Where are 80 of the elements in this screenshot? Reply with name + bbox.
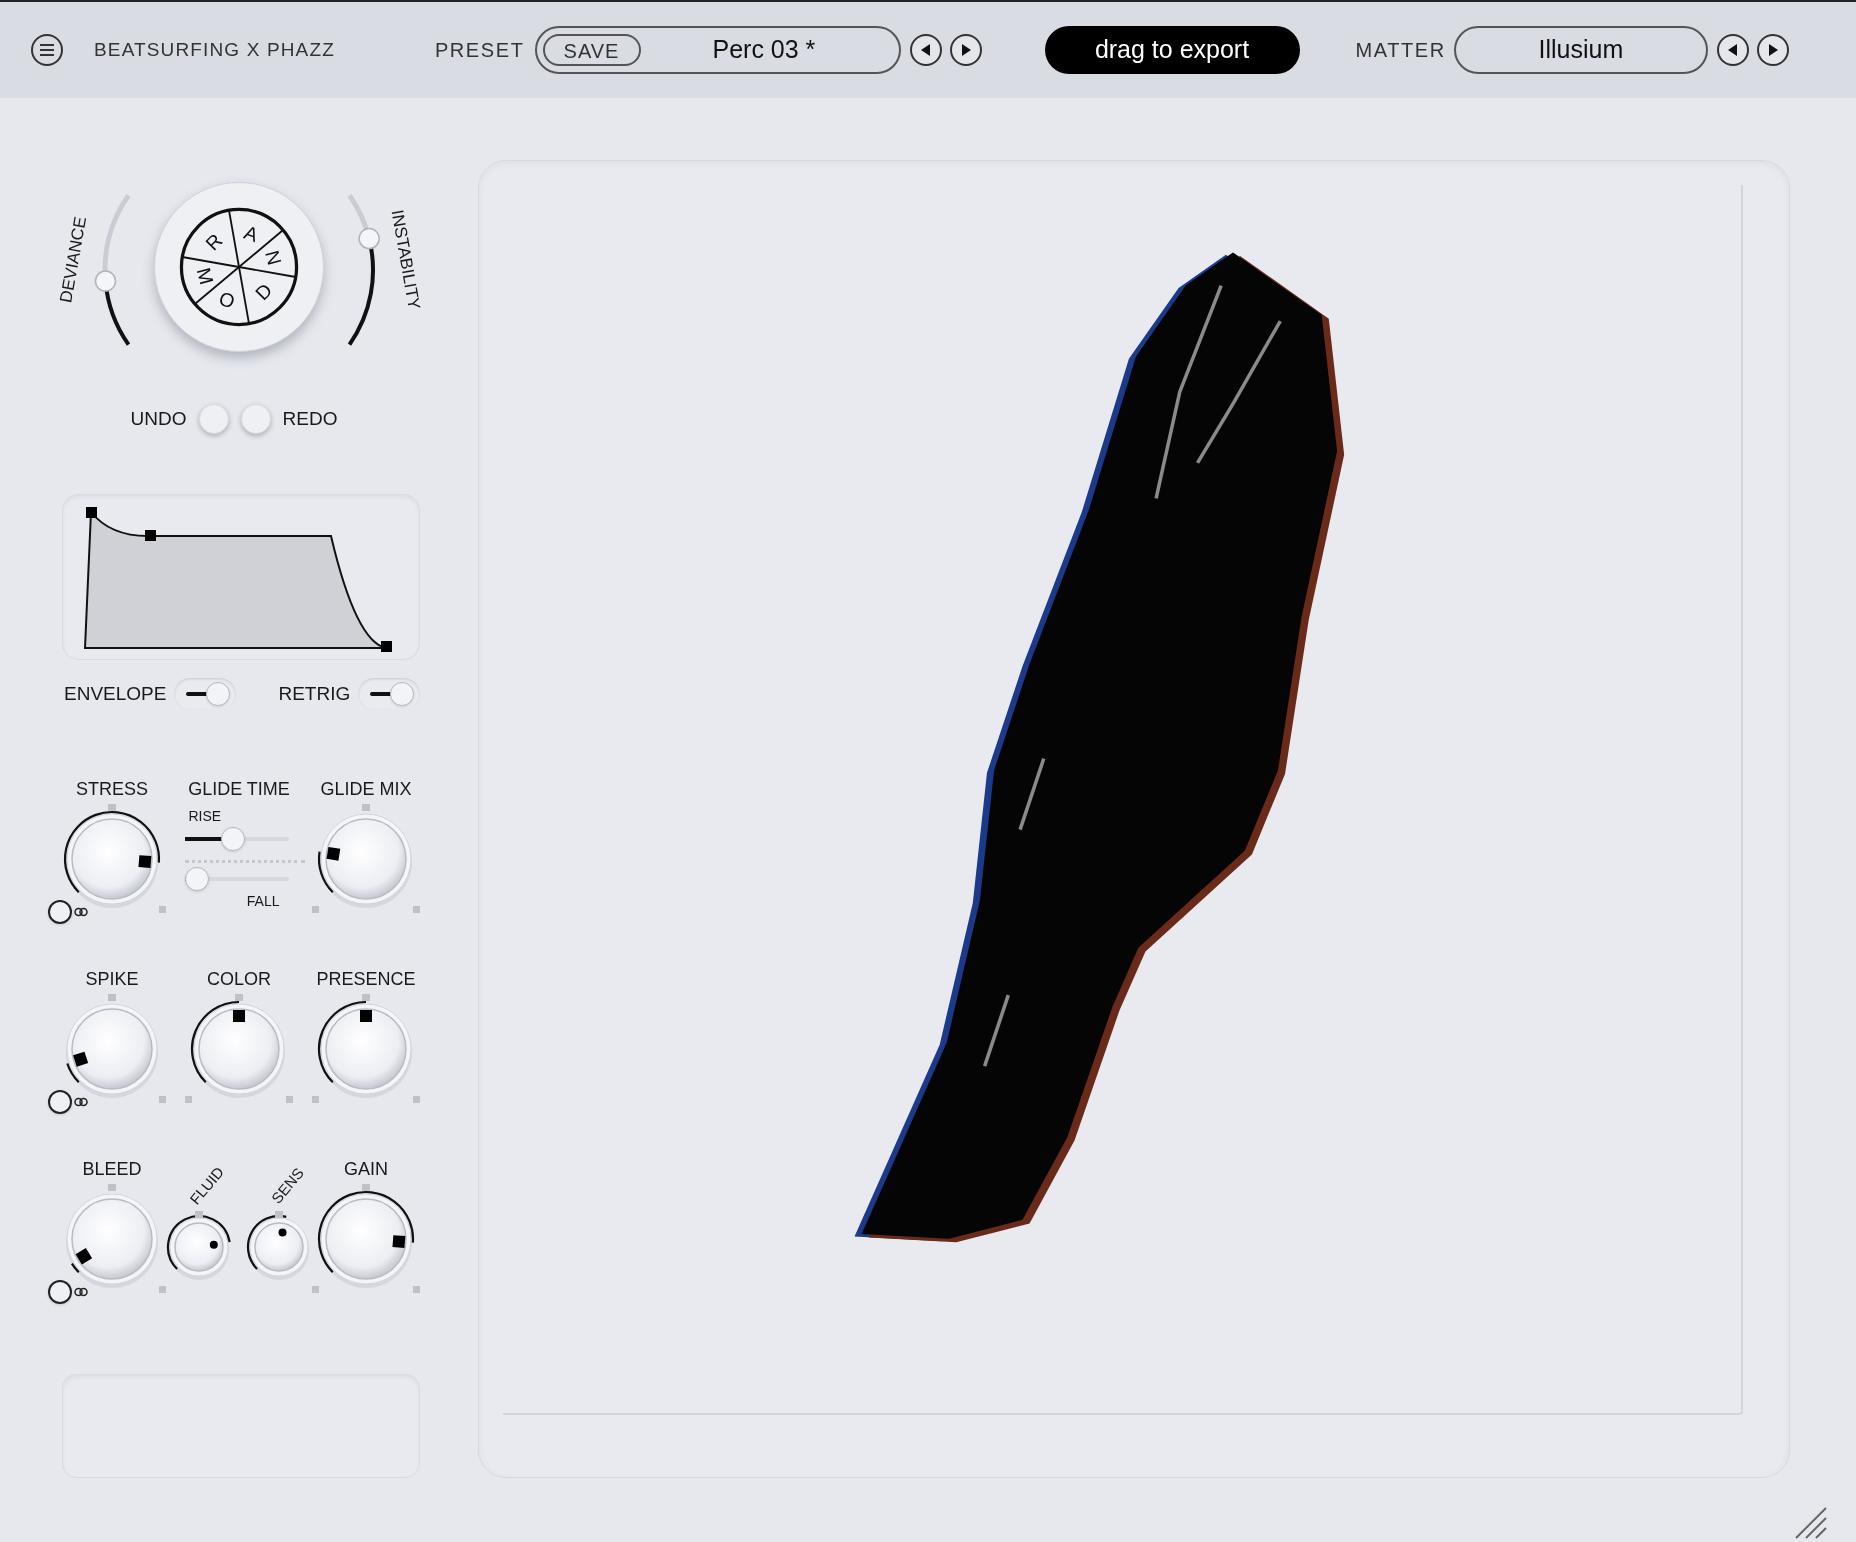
scale-mark — [413, 906, 420, 913]
toggle-label: RETRIG — [278, 681, 351, 706]
knob[interactable] — [66, 1003, 158, 1098]
redo-label: REDO — [282, 406, 338, 431]
scale-mark — [413, 1286, 420, 1293]
export-button[interactable]: drag to export — [1044, 26, 1300, 74]
right-triangle-icon — [1766, 43, 1779, 57]
knob[interactable] — [63, 810, 161, 908]
link-icon — [74, 1097, 88, 1107]
resize-grip-icon[interactable] — [1794, 1506, 1828, 1540]
scale-mark — [312, 1096, 319, 1103]
previous-button[interactable] — [1716, 34, 1749, 66]
scale-mark — [159, 1096, 166, 1103]
dial-letter: N — [261, 248, 286, 268]
dial-letter: M — [192, 265, 219, 287]
knob[interactable] — [317, 813, 412, 908]
previous-button[interactable] — [909, 34, 942, 66]
scale-mark — [108, 804, 116, 811]
knob[interactable] — [190, 1000, 285, 1098]
matter-field[interactable]: Illusium — [1453, 26, 1708, 74]
scale-mark — [286, 1096, 293, 1103]
scale-mark — [159, 1286, 166, 1293]
menu-icon[interactable] — [31, 34, 63, 66]
dial-letter: D — [250, 278, 277, 305]
preset-label: PRESET — [434, 38, 525, 63]
scale-mark — [195, 1211, 203, 1218]
slider-thumb[interactable] — [220, 827, 245, 851]
right-triangle-icon — [959, 43, 972, 57]
scale-mark — [362, 1184, 370, 1191]
next-button[interactable] — [1756, 34, 1789, 66]
scale-mark — [108, 1184, 116, 1191]
knob[interactable] — [317, 1000, 412, 1098]
knob-label: GAIN — [344, 1160, 388, 1178]
scale-mark — [235, 994, 243, 1001]
mod-toggle[interactable] — [48, 900, 72, 924]
preset-field[interactable]: SAVE Perc 03 * — [534, 26, 901, 74]
matter-label: MATTER — [1355, 38, 1446, 63]
knob[interactable] — [66, 1193, 158, 1288]
brand-title: BEATSURFING X PHAZZ — [94, 37, 335, 62]
save-button[interactable]: SAVE — [542, 34, 641, 66]
link-icon — [74, 907, 88, 917]
scale-mark — [413, 1096, 420, 1103]
next-button[interactable] — [949, 34, 982, 66]
slider-label: DEVIANCE — [54, 215, 91, 305]
left-triangle-icon — [919, 43, 932, 57]
envelope-curve[interactable] — [84, 507, 392, 652]
knob-label: GLIDE TIME — [188, 780, 290, 798]
scale-mark — [362, 804, 370, 811]
undo-label: UNDO — [130, 406, 187, 431]
knob-label: BLEED — [82, 1160, 142, 1178]
scale-mark — [312, 1286, 319, 1293]
scale-mark — [312, 906, 319, 913]
knob[interactable] — [166, 1214, 231, 1280]
dial-letter: R — [200, 228, 227, 255]
toggle-label: ENVELOPE — [64, 681, 167, 706]
knob[interactable] — [317, 1190, 415, 1288]
slider-thumb[interactable] — [184, 867, 209, 891]
knob-label: GLIDE MIX — [320, 780, 412, 798]
scale-mark — [275, 1211, 283, 1218]
slider-label: RISE — [188, 807, 222, 826]
random-dial[interactable]: R A N D O M — [154, 182, 324, 352]
knob-label: COLOR — [207, 970, 271, 988]
link-icon — [74, 1287, 88, 1297]
dial-letter: O — [216, 286, 238, 313]
slider-label: FALL — [246, 892, 280, 911]
preset-name: Perc 03 * — [712, 34, 816, 66]
toggle-switch[interactable] — [358, 678, 421, 710]
scale-mark — [108, 994, 116, 1001]
mod-toggle[interactable] — [48, 1090, 72, 1114]
knob[interactable] — [246, 1215, 309, 1280]
knob-label: PRESENCE — [316, 970, 416, 988]
scale-mark — [362, 994, 370, 1001]
scale-mark — [159, 906, 166, 913]
scale-mark — [185, 1096, 192, 1103]
knob-label: STRESS — [76, 780, 148, 798]
dial-letter: A — [241, 220, 262, 246]
toggle-switch[interactable] — [174, 678, 237, 710]
left-triangle-icon — [1726, 43, 1739, 57]
mod-toggle[interactable] — [48, 1280, 72, 1304]
knob-label: SPIKE — [85, 970, 139, 988]
